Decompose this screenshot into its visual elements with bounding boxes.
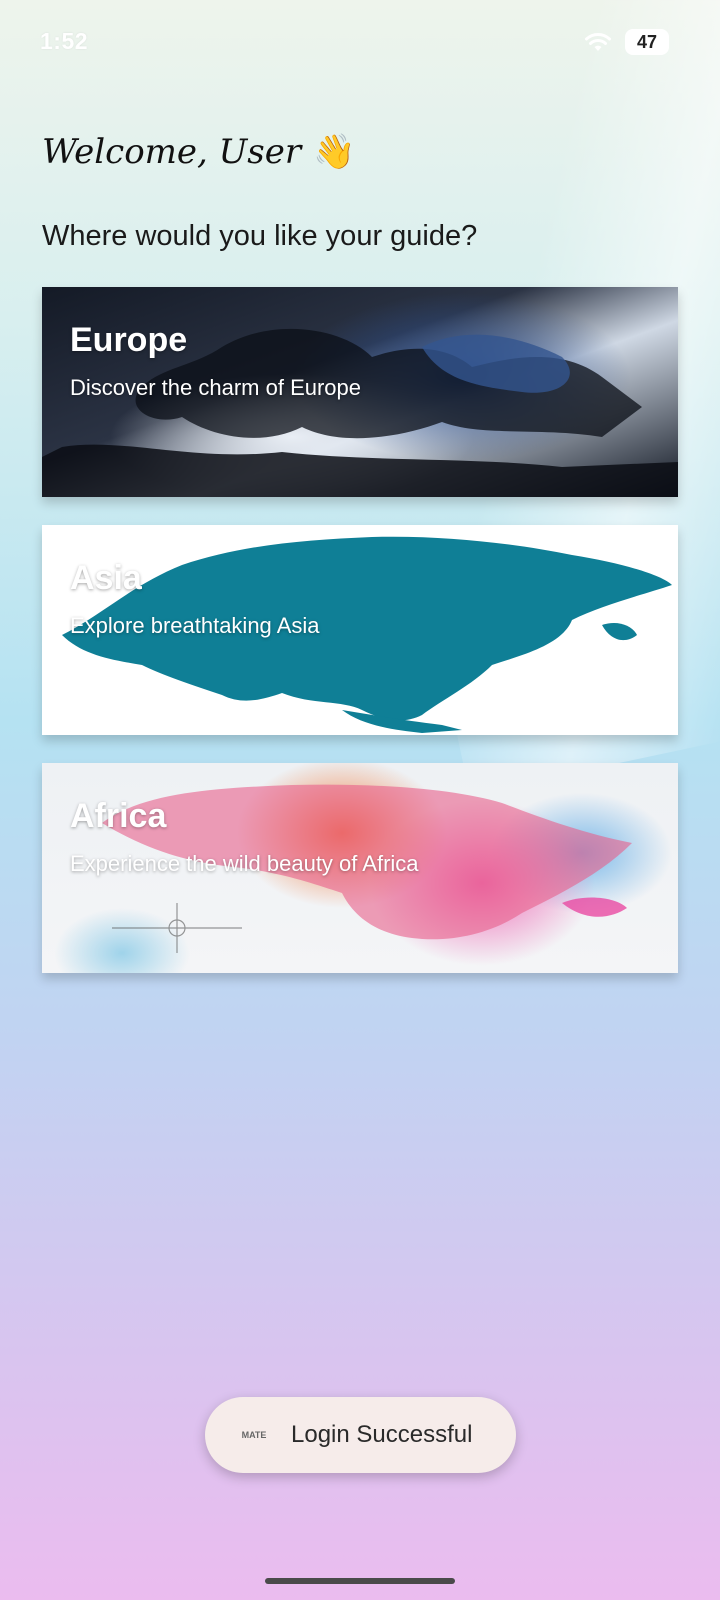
welcome-heading: Welcome, User 👋 — [42, 132, 355, 172]
welcome-text: Welcome, User — [42, 132, 302, 172]
app-logo-icon: MATE — [241, 1430, 267, 1440]
status-time: 1:52 — [40, 28, 89, 54]
battery-level: 47 — [636, 31, 658, 52]
card-europe[interactable]: Europe Discover the charm of Europe — [42, 287, 678, 497]
status-bar: 1:52 47 — [0, 0, 720, 80]
card-title: Europe — [70, 321, 188, 359]
card-description: Experience the wild beauty of Africa — [70, 851, 419, 876]
waving-hand-icon: 👋 — [313, 132, 356, 172]
card-asia[interactable]: Asia Explore breathtaking Asia — [42, 525, 678, 735]
card-africa[interactable]: Africa Experience the wild beauty of Afr… — [42, 763, 678, 973]
card-description: Discover the charm of Europe — [70, 375, 362, 400]
wifi-icon — [585, 33, 611, 51]
card-description: Explore breathtaking Asia — [70, 613, 320, 638]
login-toast: MATE Login Successful — [205, 1397, 516, 1473]
card-title: Asia — [70, 559, 142, 597]
home-indicator[interactable] — [265, 1578, 455, 1584]
battery-indicator: 47 — [625, 29, 669, 55]
page-subtitle: Where would you like your guide? — [42, 220, 478, 252]
toast-message: Login Successful — [291, 1421, 473, 1448]
card-title: Africa — [70, 797, 167, 835]
